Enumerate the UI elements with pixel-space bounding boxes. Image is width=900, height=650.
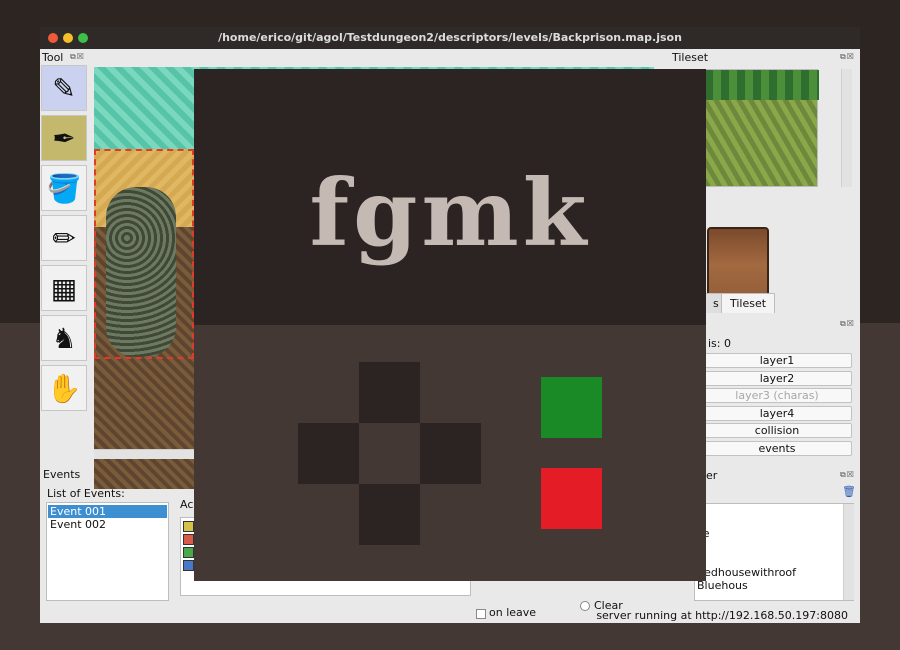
close-window-button[interactable] [48,33,58,43]
events-layer-button[interactable]: events [702,441,852,456]
status-bar: server running at http://192.168.50.197:… [40,607,860,623]
green-button-icon [541,377,602,438]
layers-panel-dock-buttons[interactable]: ⧉☒ [840,319,855,329]
action-icon [183,547,194,558]
dpad-right-icon [420,423,481,484]
minimize-window-button[interactable] [63,33,73,43]
events-panel-title: Events [43,468,81,481]
character-tool-button[interactable]: ♞ [41,315,87,361]
layer1-button[interactable]: layer1 [702,353,852,368]
layer3-button[interactable]: layer3 (charas) [702,388,852,403]
rectangle-icon: ▦ [50,271,78,305]
tileset-list-scrollbar[interactable] [843,504,854,600]
tileset-list[interactable]: e se n Redhousewithroof Bluehous [694,503,854,601]
window-titlebar[interactable]: /home/erico/git/agol/Testdungeon2/descri… [40,27,860,49]
bucket-icon: 🪣 [46,171,82,205]
list-item[interactable]: Redhousewithroof [697,566,796,579]
rectangle-tool-button[interactable]: ▦ [41,265,87,311]
event-list-item[interactable]: Event 002 [48,518,167,531]
splash-screen: fgmk [194,69,706,581]
tab-tileset[interactable]: Tileset [721,293,776,313]
events-list-label: List of Events: [47,487,125,500]
tileset-panel-dock-buttons[interactable]: ⧉☒ [840,52,855,62]
dpad-up-icon [359,362,420,423]
tool-panel-dock-buttons[interactable]: ⧉☒ [70,52,85,62]
hand-tool-button[interactable]: ✋ [41,365,87,411]
eyedropper-icon: ✒ [52,121,76,155]
layer4-button[interactable]: layer4 [702,406,852,421]
action-icon [183,534,194,545]
tileset-vertical-scrollbar[interactable] [841,69,852,187]
map-collision-overlay [94,149,194,359]
tileset-list-dock-buttons[interactable]: ⧉☒ [840,470,855,480]
actions-label: Ac [180,498,194,511]
tool-panel: Tool ⧉☒ ✎ ✒ 🪣 ✏ ▦ ♞ ✋ [40,49,90,489]
collision-layer-button[interactable]: collision [702,423,852,438]
eyedropper-tool-button[interactable]: ✒ [41,115,87,161]
tool-panel-title: Tool [42,51,64,64]
layers-info-label: is: 0 [708,337,731,350]
status-text: server running at http://192.168.50.197:… [596,609,848,622]
tileset-list-title: er [706,469,718,482]
layer2-button[interactable]: layer2 [702,371,852,386]
maximize-window-button[interactable] [78,33,88,43]
line-tool-button[interactable]: ✏ [41,215,87,261]
action-icon [183,560,194,571]
tileset-tree-tiles [705,70,819,100]
tileset-image[interactable] [704,69,819,187]
hand-icon: ✋ [46,371,82,405]
event-list-item[interactable]: Event 001 [48,505,167,518]
window-title: /home/erico/git/agol/Testdungeon2/descri… [218,31,682,44]
line-icon: ✏ [52,221,76,255]
trash-icon[interactable]: 🗑 [842,485,856,498]
dpad-down-icon [359,484,420,545]
red-button-icon [541,468,602,529]
tileset-panel-title: Tileset [672,51,709,64]
action-icon [183,521,194,532]
splash-logo: fgmk [309,159,591,267]
bucket-tool-button[interactable]: 🪣 [41,165,87,211]
dpad-left-icon [298,423,359,484]
character-icon: ♞ [51,321,77,355]
pencil-tool-button[interactable]: ✎ [41,65,87,111]
pencil-icon: ✎ [52,71,76,105]
events-list[interactable]: Event 001 Event 002 [46,502,169,601]
